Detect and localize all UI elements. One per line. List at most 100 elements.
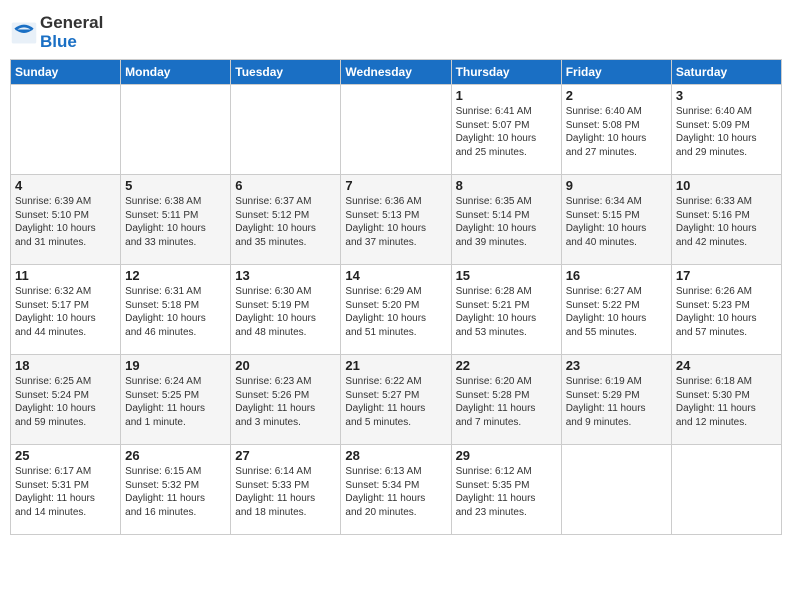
calendar-week-row: 11 Sunrise: 6:32 AM Sunset: 5:17 PM Dayli… bbox=[11, 265, 782, 355]
cell-info: Sunrise: 6:40 AM Sunset: 5:08 PM Dayligh… bbox=[566, 105, 667, 159]
header-tuesday: Tuesday bbox=[231, 60, 341, 85]
day-number: 14 bbox=[345, 268, 446, 283]
cell-info: Sunrise: 6:34 AM Sunset: 5:15 PM Dayligh… bbox=[566, 195, 667, 249]
day-number: 28 bbox=[345, 448, 446, 463]
calendar-cell: 24 Sunrise: 6:18 AM Sunset: 5:30 PM Dayli… bbox=[671, 355, 781, 445]
calendar-cell: 20 Sunrise: 6:23 AM Sunset: 5:26 PM Dayli… bbox=[231, 355, 341, 445]
day-number: 16 bbox=[566, 268, 667, 283]
calendar-week-row: 4 Sunrise: 6:39 AM Sunset: 5:10 PM Daylig… bbox=[11, 175, 782, 265]
cell-info: Sunrise: 6:20 AM Sunset: 5:28 PM Dayligh… bbox=[456, 375, 557, 429]
page-header: General Blue bbox=[10, 10, 782, 51]
cell-info: Sunrise: 6:30 AM Sunset: 5:19 PM Dayligh… bbox=[235, 285, 336, 339]
calendar-week-row: 25 Sunrise: 6:17 AM Sunset: 5:31 PM Dayli… bbox=[11, 445, 782, 535]
calendar-week-row: 1 Sunrise: 6:41 AM Sunset: 5:07 PM Daylig… bbox=[11, 85, 782, 175]
day-number: 1 bbox=[456, 88, 557, 103]
cell-info: Sunrise: 6:12 AM Sunset: 5:35 PM Dayligh… bbox=[456, 465, 557, 519]
calendar-cell: 1 Sunrise: 6:41 AM Sunset: 5:07 PM Daylig… bbox=[451, 85, 561, 175]
day-number: 25 bbox=[15, 448, 116, 463]
day-number: 29 bbox=[456, 448, 557, 463]
day-number: 27 bbox=[235, 448, 336, 463]
logo-blue: Blue bbox=[40, 33, 103, 52]
day-number: 11 bbox=[15, 268, 116, 283]
day-number: 8 bbox=[456, 178, 557, 193]
header-monday: Monday bbox=[121, 60, 231, 85]
calendar-cell: 26Sunrise: 6:15 AM Sunset: 5:32 PM Dayli… bbox=[121, 445, 231, 535]
calendar-cell: 10Sunrise: 6:33 AM Sunset: 5:16 PM Dayli… bbox=[671, 175, 781, 265]
day-number: 18 bbox=[15, 358, 116, 373]
cell-info: Sunrise: 6:37 AM Sunset: 5:12 PM Dayligh… bbox=[235, 195, 336, 249]
header-saturday: Saturday bbox=[671, 60, 781, 85]
day-number: 6 bbox=[235, 178, 336, 193]
calendar-cell bbox=[341, 85, 451, 175]
day-number: 12 bbox=[125, 268, 226, 283]
day-number: 21 bbox=[345, 358, 446, 373]
cell-info: Sunrise: 6:32 AM Sunset: 5:17 PM Dayligh… bbox=[15, 285, 116, 339]
calendar-cell: 6 Sunrise: 6:37 AM Sunset: 5:12 PM Daylig… bbox=[231, 175, 341, 265]
calendar-cell: 13 Sunrise: 6:30 AM Sunset: 5:19 PM Dayli… bbox=[231, 265, 341, 355]
day-number: 10 bbox=[676, 178, 777, 193]
cell-info: Sunrise: 6:29 AM Sunset: 5:20 PM Dayligh… bbox=[345, 285, 446, 339]
cell-info: Sunrise: 6:13 AM Sunset: 5:34 PM Dayligh… bbox=[345, 465, 446, 519]
day-number: 15 bbox=[456, 268, 557, 283]
cell-info: Sunrise: 6:41 AM Sunset: 5:07 PM Dayligh… bbox=[456, 105, 557, 159]
calendar-cell: 11 Sunrise: 6:32 AM Sunset: 5:17 PM Dayli… bbox=[11, 265, 121, 355]
cell-info: Sunrise: 6:26 AM Sunset: 5:23 PM Dayligh… bbox=[676, 285, 777, 339]
cell-info: Sunrise: 6:31 AM Sunset: 5:18 PM Dayligh… bbox=[125, 285, 226, 339]
day-number: 3 bbox=[676, 88, 777, 103]
calendar-cell bbox=[231, 85, 341, 175]
cell-info: Sunrise: 6:40 AM Sunset: 5:09 PM Dayligh… bbox=[676, 105, 777, 159]
calendar-cell: 4 Sunrise: 6:39 AM Sunset: 5:10 PM Daylig… bbox=[11, 175, 121, 265]
cell-info: Sunrise: 6:19 AM Sunset: 5:29 PM Dayligh… bbox=[566, 375, 667, 429]
cell-info: Sunrise: 6:39 AM Sunset: 5:10 PM Dayligh… bbox=[15, 195, 116, 249]
cell-info: Sunrise: 6:24 AM Sunset: 5:25 PM Dayligh… bbox=[125, 375, 226, 429]
calendar-cell: 2 Sunrise: 6:40 AM Sunset: 5:08 PM Daylig… bbox=[561, 85, 671, 175]
header-wednesday: Wednesday bbox=[341, 60, 451, 85]
calendar-cell: 18 Sunrise: 6:25 AM Sunset: 5:24 PM Dayli… bbox=[11, 355, 121, 445]
day-number: 23 bbox=[566, 358, 667, 373]
day-number: 17 bbox=[676, 268, 777, 283]
cell-info: Sunrise: 6:35 AM Sunset: 5:14 PM Dayligh… bbox=[456, 195, 557, 249]
calendar-cell: 27 Sunrise: 6:14 AM Sunset: 5:33 PM Dayli… bbox=[231, 445, 341, 535]
cell-info: Sunrise: 6:15 AM Sunset: 5:32 PM Dayligh… bbox=[125, 465, 226, 519]
calendar-header-row: SundayMondayTuesdayWednesdayThursdayFrid… bbox=[11, 60, 782, 85]
calendar-table: SundayMondayTuesdayWednesdayThursdayFrid… bbox=[10, 59, 782, 535]
cell-info: Sunrise: 6:38 AM Sunset: 5:11 PM Dayligh… bbox=[125, 195, 226, 249]
day-number: 2 bbox=[566, 88, 667, 103]
cell-info: Sunrise: 6:17 AM Sunset: 5:31 PM Dayligh… bbox=[15, 465, 116, 519]
day-number: 22 bbox=[456, 358, 557, 373]
calendar-cell: 9 Sunrise: 6:34 AM Sunset: 5:15 PM Daylig… bbox=[561, 175, 671, 265]
day-number: 20 bbox=[235, 358, 336, 373]
cell-info: Sunrise: 6:36 AM Sunset: 5:13 PM Dayligh… bbox=[345, 195, 446, 249]
header-friday: Friday bbox=[561, 60, 671, 85]
cell-info: Sunrise: 6:25 AM Sunset: 5:24 PM Dayligh… bbox=[15, 375, 116, 429]
calendar-cell: 14 Sunrise: 6:29 AM Sunset: 5:20 PM Dayli… bbox=[341, 265, 451, 355]
calendar-cell: 23 Sunrise: 6:19 AM Sunset: 5:29 PM Dayli… bbox=[561, 355, 671, 445]
calendar-cell bbox=[561, 445, 671, 535]
logo: General Blue bbox=[10, 14, 103, 51]
day-number: 4 bbox=[15, 178, 116, 193]
cell-info: Sunrise: 6:18 AM Sunset: 5:30 PM Dayligh… bbox=[676, 375, 777, 429]
calendar-cell: 5Sunrise: 6:38 AM Sunset: 5:11 PM Daylig… bbox=[121, 175, 231, 265]
logo-general: General bbox=[40, 14, 103, 33]
calendar-cell: 22 Sunrise: 6:20 AM Sunset: 5:28 PM Dayli… bbox=[451, 355, 561, 445]
day-number: 24 bbox=[676, 358, 777, 373]
calendar-cell: 19 Sunrise: 6:24 AM Sunset: 5:25 PM Dayli… bbox=[121, 355, 231, 445]
day-number: 13 bbox=[235, 268, 336, 283]
cell-info: Sunrise: 6:23 AM Sunset: 5:26 PM Dayligh… bbox=[235, 375, 336, 429]
calendar-cell bbox=[121, 85, 231, 175]
logo-icon bbox=[10, 19, 38, 47]
calendar-cell: 7Sunrise: 6:36 AM Sunset: 5:13 PM Daylig… bbox=[341, 175, 451, 265]
calendar-cell bbox=[11, 85, 121, 175]
calendar-cell: 3 Sunrise: 6:40 AM Sunset: 5:09 PM Daylig… bbox=[671, 85, 781, 175]
header-thursday: Thursday bbox=[451, 60, 561, 85]
calendar-cell: 17 Sunrise: 6:26 AM Sunset: 5:23 PM Dayli… bbox=[671, 265, 781, 355]
calendar-cell: 8 Sunrise: 6:35 AM Sunset: 5:14 PM Daylig… bbox=[451, 175, 561, 265]
cell-info: Sunrise: 6:14 AM Sunset: 5:33 PM Dayligh… bbox=[235, 465, 336, 519]
calendar-cell: 25 Sunrise: 6:17 AM Sunset: 5:31 PM Dayli… bbox=[11, 445, 121, 535]
calendar-cell bbox=[671, 445, 781, 535]
cell-info: Sunrise: 6:28 AM Sunset: 5:21 PM Dayligh… bbox=[456, 285, 557, 339]
calendar-week-row: 18 Sunrise: 6:25 AM Sunset: 5:24 PM Dayli… bbox=[11, 355, 782, 445]
day-number: 19 bbox=[125, 358, 226, 373]
cell-info: Sunrise: 6:22 AM Sunset: 5:27 PM Dayligh… bbox=[345, 375, 446, 429]
day-number: 9 bbox=[566, 178, 667, 193]
